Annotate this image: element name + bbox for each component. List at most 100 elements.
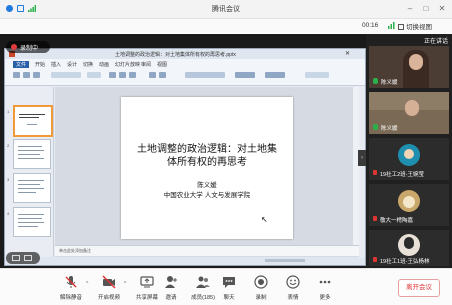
slide-editing-area: 土地调整的政治逻辑：对土地集 体所有权的再思考 陈义媛 中国农业大学 人文与发展… (55, 87, 359, 259)
font-size-select[interactable] (87, 72, 101, 78)
collapse-panel-button[interactable]: › (358, 150, 366, 166)
ppt-ribbon: 文件 开始 插入 设计 切换 动画 幻灯片放映 审阅 视图 (5, 59, 365, 86)
mic-on-icon (373, 78, 378, 84)
unmute-label: 解除静音 (59, 295, 82, 301)
participant-tile[interactable]: 19社工1班-王弘杨林 (369, 230, 449, 266)
participants-panel: 正在讲话 陈义媛 陈义媛 19社工2班-王婉莹 敬大一樗陶嘉 19社工1班-王弘… (358, 34, 452, 268)
participant-tile[interactable]: 19社工2班-王婉莹 (369, 138, 449, 180)
avatar (398, 234, 420, 256)
mic-muted-icon (373, 170, 377, 175)
chevron-up-icon[interactable]: ^ (86, 281, 88, 287)
cut-icon[interactable] (23, 72, 30, 78)
slide-thumbnail[interactable] (13, 105, 53, 137)
bold-icon[interactable] (109, 72, 116, 78)
maximize-icon[interactable]: □ (420, 3, 432, 15)
arrange-icon[interactable] (235, 72, 255, 78)
slide-author: 陈义媛 (197, 181, 217, 189)
participant-name: 19社工2班-王婉莹 (380, 172, 425, 178)
thumb-number: 1 (7, 109, 10, 114)
ribbon-tab-review[interactable]: 审阅 (141, 61, 151, 68)
slide-scrollbar[interactable] (353, 87, 359, 245)
slide-title: 土地调整的政治逻辑：对土地集 体所有权的再思考 (127, 143, 287, 169)
start-video-button[interactable]: 开启视频 (90, 272, 128, 304)
paste-icon[interactable] (13, 72, 20, 78)
unmute-button[interactable]: 解除静音 (52, 272, 90, 304)
ppt-titlebar: 土地调整的政治逻辑：对土地集体所有权的再思考.pptx ✕ (5, 49, 365, 59)
ribbon-tab-file[interactable]: 文件 (13, 61, 30, 68)
participant-tile[interactable]: 陈义媛 (369, 92, 449, 134)
participant-tile[interactable]: 敬大一樗陶嘉 (369, 184, 449, 226)
minimize-icon[interactable]: – (404, 3, 416, 15)
copy-icon[interactable] (33, 72, 40, 78)
chat-icon (222, 275, 236, 289)
powerpoint-window: 土地调整的政治逻辑：对土地集体所有权的再思考.pptx ✕ 文件 开始 插入 设… (4, 48, 366, 266)
more-label: 更多 (319, 295, 331, 301)
slide-thumbnail[interactable] (13, 207, 51, 237)
italic-icon[interactable] (119, 72, 126, 78)
slide-affiliation: 中国农业大学 人文与发展学院 (163, 191, 251, 199)
participant-name: 敬大一樗陶嘉 (380, 218, 414, 224)
quick-styles-icon[interactable] (265, 72, 285, 78)
notes-placeholder: 单击此处添加备注 (59, 248, 91, 253)
ribbon-tab-view[interactable]: 视图 (157, 61, 167, 68)
recording-indicator: 录制中 (6, 41, 50, 53)
font-select[interactable] (51, 72, 81, 78)
slide-thumbnail-pane: 1 2 3 4 (7, 87, 54, 259)
shapes-gallery[interactable] (185, 72, 225, 78)
participant-name: 19社工1班-王弘杨林 (380, 259, 430, 265)
slide-title-line-2: 体所有权的再思考 (167, 157, 247, 168)
invite-icon (164, 275, 178, 289)
participant-name: 陈义媛 (381, 126, 398, 132)
leave-meeting-button[interactable]: 离开会议 (398, 279, 440, 297)
meeting-toolbar: 解除静音 ^ 开启视频 ^ 共享屏幕 邀请 成员(185) 聊天 录制 表情 更… (0, 268, 452, 305)
slide-thumbnail[interactable] (13, 139, 51, 169)
members-icon (196, 275, 210, 289)
layout-icon (24, 255, 32, 261)
slide-thumbnail[interactable] (13, 173, 51, 203)
screen-icon (12, 255, 20, 261)
notes-pane[interactable]: 单击此处添加备注 (55, 245, 359, 256)
bullets-icon[interactable] (159, 72, 166, 78)
ribbon-tab-slideshow[interactable]: 幻灯片放映 (115, 61, 140, 68)
participant-name: 陈义媛 (381, 80, 398, 86)
mic-on-icon (373, 124, 378, 130)
underline-icon[interactable] (129, 72, 136, 78)
mini-view-button[interactable] (6, 252, 40, 264)
ribbon-tab-home[interactable]: 开始 (35, 61, 45, 68)
align-icon[interactable] (149, 72, 156, 78)
recording-label: 录制中 (20, 46, 39, 52)
speaking-header: 正在讲话 (366, 34, 452, 46)
switch-view-label: 切换视图 (406, 24, 432, 31)
emoji-icon (286, 275, 300, 289)
ppt-statusbar (5, 257, 365, 265)
ppt-close-icon[interactable]: ✕ (345, 50, 350, 57)
participant-tile[interactable]: 陈义媛 (369, 46, 449, 88)
grid-view-icon (398, 24, 404, 31)
mic-muted-icon (64, 275, 78, 289)
find-icon[interactable] (305, 72, 329, 78)
ribbon-tab-design[interactable]: 设计 (67, 61, 77, 68)
record-dot-icon (11, 44, 17, 50)
more-button[interactable]: 更多 (306, 272, 344, 304)
close-icon[interactable]: ✕ (436, 3, 448, 15)
zoom-slider[interactable] (265, 259, 305, 262)
more-icon (318, 275, 332, 289)
avatar (398, 190, 420, 212)
slide-title-line-1: 土地调整的政治逻辑：对土地集 (137, 144, 277, 155)
thumb-number: 4 (7, 211, 10, 216)
ppt-doc-title: 土地调整的政治逻辑：对土地集体所有权的再思考.pptx (115, 52, 236, 58)
signal-bars-icon (388, 22, 395, 29)
ribbon-tab-transitions[interactable]: 切换 (83, 61, 93, 68)
ribbon-tab-insert[interactable]: 插入 (51, 61, 61, 68)
mic-muted-icon (373, 257, 377, 262)
meeting-status-bar: 00:16 切换视图 (0, 19, 452, 33)
current-slide[interactable]: 土地调整的政治逻辑：对土地集 体所有权的再思考 陈义媛 中国农业大学 人文与发展… (121, 97, 293, 239)
chevron-up-icon[interactable]: ^ (124, 281, 126, 287)
ribbon-tab-animations[interactable]: 动画 (99, 61, 109, 68)
switch-view-button[interactable]: 切换视图 (398, 21, 432, 31)
participant-face (409, 54, 423, 70)
avatar (398, 144, 420, 166)
record-icon (254, 275, 268, 289)
mic-muted-icon (373, 216, 377, 221)
thumb-number: 3 (7, 177, 10, 182)
